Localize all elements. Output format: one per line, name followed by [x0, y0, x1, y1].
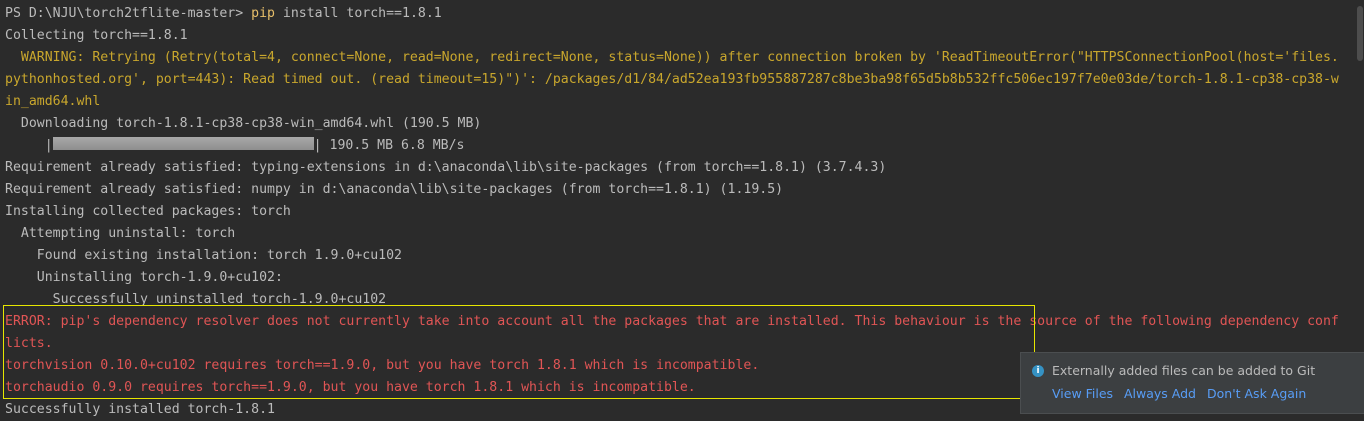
notification-title: Externally added files can be added to G… [1052, 363, 1316, 378]
error-line: torchvision 0.10.0+cu102 requires torch=… [5, 358, 760, 373]
output-line: Found existing installation: torch 1.9.0… [5, 248, 402, 263]
output-line: Installing collected packages: torch [5, 204, 291, 219]
warning-line: in_amd64.whl [5, 94, 101, 109]
scrollbar-thumb[interactable] [1357, 6, 1363, 61]
error-line: licts. [5, 336, 53, 351]
prompt-line: PS D:\NJU\torch2tflite-master> pip insta… [5, 3, 442, 25]
output-line: Requirement already satisfied: typing-ex… [5, 160, 887, 175]
download-progress-bar [52, 137, 314, 150]
output-line: Successfully uninstalled torch-1.9.0+cu1… [5, 292, 387, 307]
dont-ask-again-link[interactable]: Don't Ask Again [1207, 386, 1306, 401]
progress-end: | 190.5 MB 6.8 MB/s [313, 138, 465, 153]
output-line: Requirement already satisfied: numpy in … [5, 182, 784, 197]
output-line: Uninstalling torch-1.9.0+cu102: [5, 270, 283, 285]
view-files-link[interactable]: View Files [1052, 386, 1113, 401]
progress-start: | [5, 138, 53, 153]
error-line: torchaudio 0.9.0 requires torch==1.9.0, … [5, 380, 696, 395]
warning-line: pythonhosted.org', port=443): Read timed… [5, 72, 1339, 87]
prompt-path: PS D:\NJU\torch2tflite-master> [5, 6, 252, 21]
git-notification-popup[interactable]: i Externally added files can be added to… [1020, 352, 1364, 414]
command-name: pip [251, 6, 275, 21]
output-line: Collecting torch==1.8.1 [5, 28, 188, 43]
info-icon: i [1032, 365, 1044, 377]
error-line: ERROR: pip's dependency resolver does no… [5, 314, 1339, 329]
warning-line: WARNING: Retrying (Retry(total=4, connec… [5, 50, 1339, 65]
always-add-link[interactable]: Always Add [1124, 386, 1196, 401]
output-line: Attempting uninstall: torch [5, 226, 236, 241]
output-line: Downloading torch-1.8.1-cp38-cp38-win_am… [5, 116, 482, 131]
command-args: install torch==1.8.1 [274, 6, 442, 21]
progress-line: | | 190.5 MB 6.8 MB/s [5, 135, 465, 157]
